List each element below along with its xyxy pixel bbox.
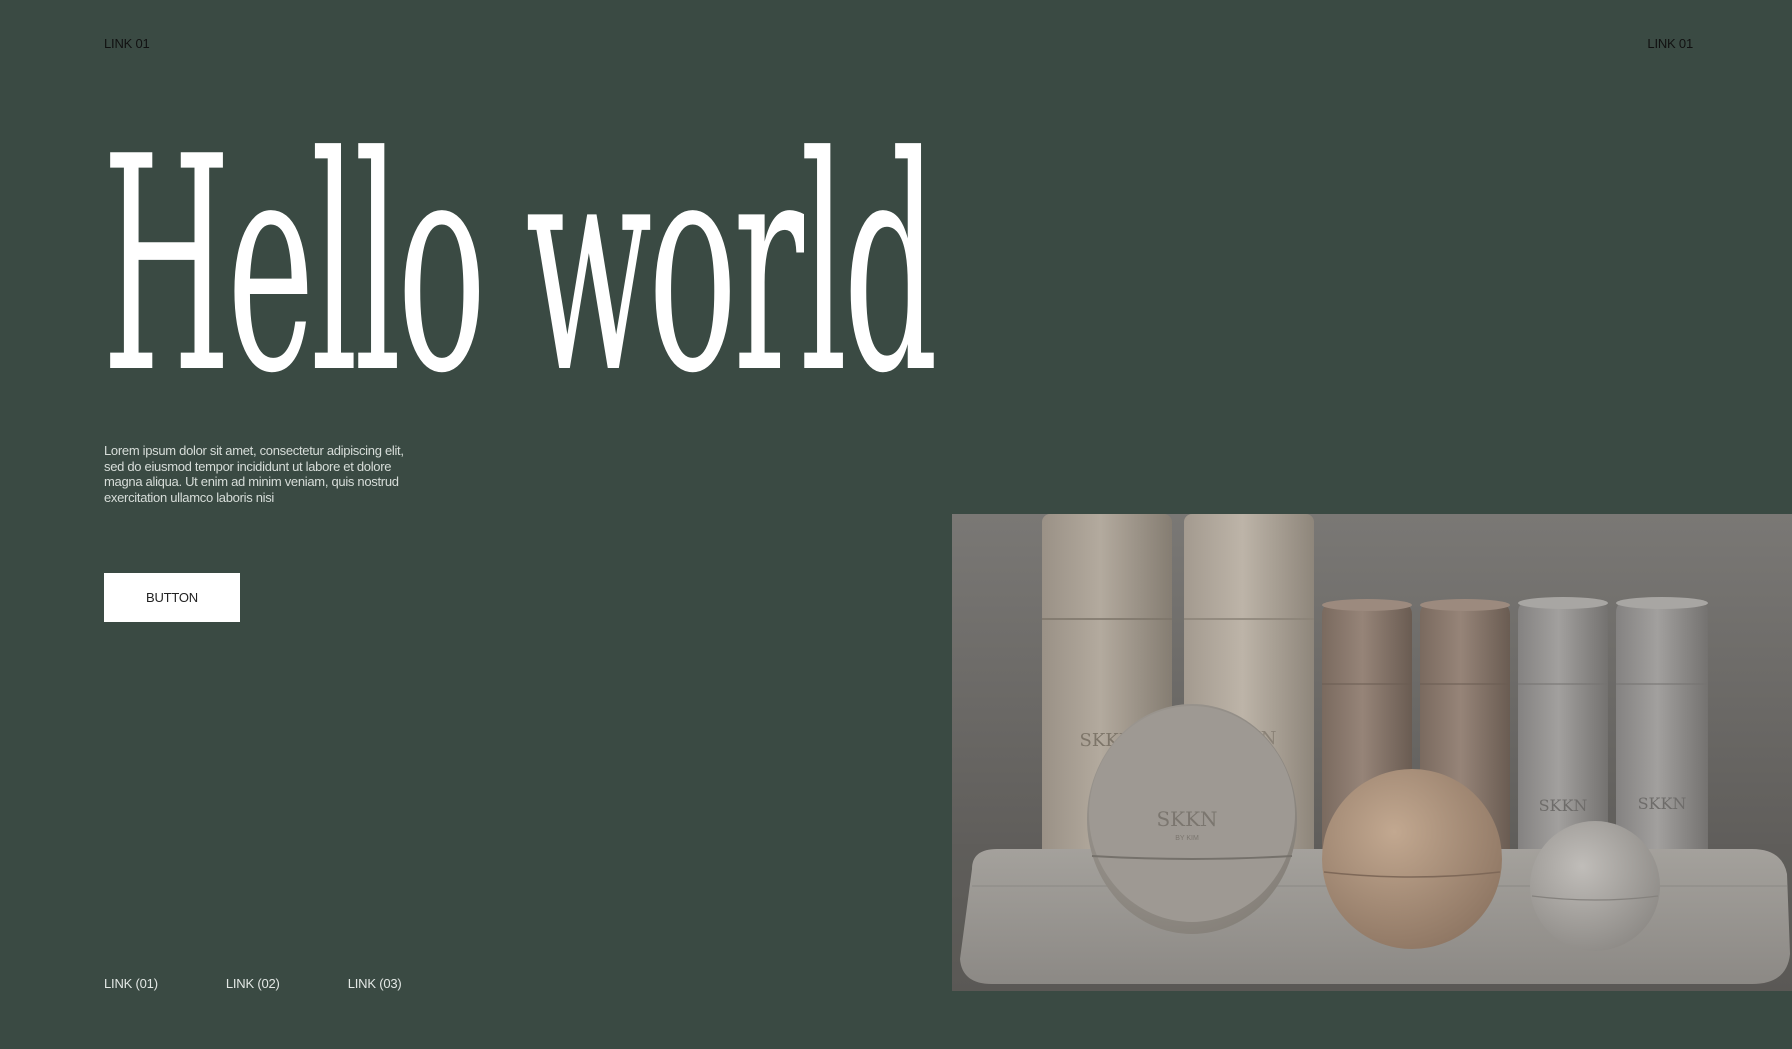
hero-description: Lorem ipsum dolor sit amet, consectetur … [104,443,404,505]
footer-link-01[interactable]: LINK (01) [104,976,158,991]
svg-text:SKKN: SKKN [1539,796,1588,815]
hero-title: Hello world [102,94,938,438]
grey-sphere [1530,821,1660,951]
header-link-left[interactable]: LINK 01 [104,36,150,51]
hero-button[interactable]: BUTTON [104,573,240,622]
svg-text:SKKN: SKKN [1638,794,1687,813]
svg-text:BY KIM: BY KIM [1175,835,1199,842]
round-jar: SKKN BY KIM [1087,704,1297,934]
svg-text:SKKN: SKKN [1156,807,1217,831]
footer-link-03[interactable]: LINK (03) [348,976,402,991]
footer-nav: LINK (01) LINK (02) LINK (03) [104,976,402,991]
skincare-products-illustration: SKKN SKKN SKKN SKKN BY KIM [952,514,1792,991]
header-link-right[interactable]: LINK 01 [1647,36,1693,51]
footer-link-02[interactable]: LINK (02) [226,976,280,991]
brown-sphere [1322,769,1502,949]
product-photo: SKKN SKKN SKKN SKKN BY KIM [952,514,1792,991]
